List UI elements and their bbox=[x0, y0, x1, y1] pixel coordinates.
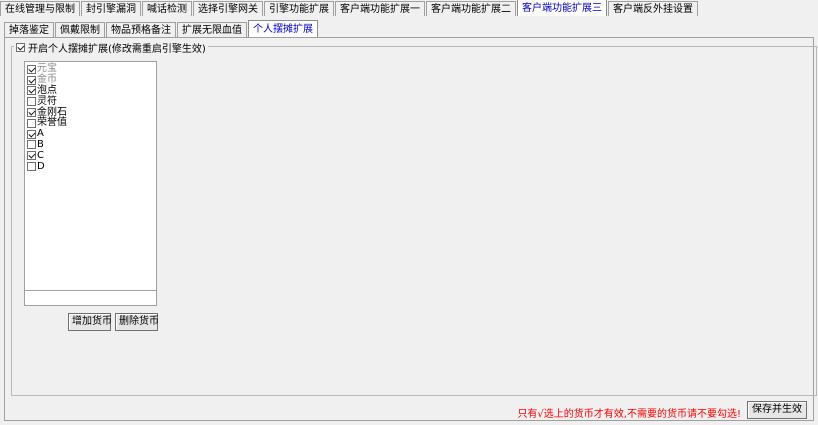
sub-tab-4[interactable]: 个人摆摊扩展 bbox=[248, 20, 318, 37]
currency-checkbox[interactable] bbox=[27, 129, 36, 139]
main-tab-0[interactable]: 在线管理与限制 bbox=[0, 1, 80, 16]
currency-checkbox[interactable] bbox=[27, 162, 36, 172]
sub-tab-2[interactable]: 物品预格备注 bbox=[106, 22, 176, 37]
sub-tab-0[interactable]: 掉落鉴定 bbox=[4, 22, 54, 37]
add-currency-button[interactable]: 增加货币 bbox=[68, 313, 112, 331]
tab-content-panel: 开启个人摆摊扩展(修改需重启引擎生效) 元宝 金币 泡点 灵符 金刚石 荣誉值 A B C D 增… bbox=[4, 37, 817, 421]
currency-checkbox[interactable] bbox=[27, 151, 36, 161]
notice-text: 只有√选上的货币才有效,不需要的货币请不要勾选! bbox=[517, 409, 741, 420]
main-tab-8[interactable]: 客户端反外挂设置 bbox=[608, 1, 698, 16]
currency-list-item[interactable]: 灵符 bbox=[27, 96, 156, 107]
currency-name-input[interactable] bbox=[24, 290, 157, 306]
currency-list-item[interactable]: B bbox=[27, 138, 156, 151]
delete-currency-button[interactable]: 删除货币 bbox=[115, 313, 159, 331]
main-tab-6[interactable]: 客户端功能扩展二 bbox=[426, 1, 516, 16]
currency-list-item[interactable]: A bbox=[27, 129, 156, 140]
currency-checkbox[interactable] bbox=[27, 140, 36, 150]
currency-label: D bbox=[37, 160, 45, 172]
currency-list-item[interactable]: 泡点 bbox=[27, 84, 156, 97]
currency-label: C bbox=[37, 149, 44, 161]
currency-list-item[interactable]: D bbox=[27, 161, 156, 172]
currency-list-item[interactable]: 荣誉值 bbox=[27, 118, 156, 129]
currency-checkbox[interactable] bbox=[27, 118, 36, 128]
main-tab-3[interactable]: 选择引擎网关 bbox=[193, 1, 263, 16]
currency-checkbox[interactable] bbox=[27, 86, 36, 96]
currency-list-item[interactable]: 金币 bbox=[27, 75, 156, 86]
currency-checkbox[interactable] bbox=[27, 75, 36, 85]
sub-tab-3[interactable]: 扩展无限血值 bbox=[177, 22, 247, 37]
currency-label: 泡点 bbox=[37, 84, 57, 96]
currency-label: 元宝 bbox=[37, 63, 57, 75]
sub-tab-1[interactable]: 佩戴限制 bbox=[55, 22, 105, 37]
main-tab-bar: 在线管理与限制 封引擎漏洞 喊话检测 选择引擎网关 引擎功能扩展 客户端功能扩展一 客户端功… bbox=[0, 0, 699, 16]
main-tab-2[interactable]: 喊话检测 bbox=[142, 1, 192, 16]
personal-stall-group: 开启个人摆摊扩展(修改需重启引擎生效) 元宝 金币 泡点 灵符 金刚石 荣誉值 A B C D 增… bbox=[11, 40, 817, 396]
currency-label: 荣誉值 bbox=[37, 117, 67, 129]
currency-label: B bbox=[37, 138, 44, 150]
currency-checkbox[interactable] bbox=[27, 97, 36, 107]
group-title-label: 开启个人摆摊扩展(修改需重启引擎生效) bbox=[28, 44, 206, 55]
sub-tab-bar: 掉落鉴定 佩戴限制 物品预格备注 扩展无限血值 个人摆摊扩展 bbox=[4, 20, 319, 37]
main-tab-7[interactable]: 客户端功能扩展三 bbox=[517, 0, 607, 16]
currency-label: 灵符 bbox=[37, 95, 57, 107]
currency-label: 金币 bbox=[37, 74, 57, 86]
enable-stall-extension-checkbox[interactable]: 开启个人摆摊扩展(修改需重启引擎生效) bbox=[14, 40, 208, 55]
main-tab-5[interactable]: 客户端功能扩展一 bbox=[335, 1, 425, 16]
currency-checklist[interactable]: 元宝 金币 泡点 灵符 金刚石 荣誉值 A B C D bbox=[24, 61, 157, 291]
save-and-apply-button[interactable]: 保存并生效 bbox=[747, 401, 807, 419]
checkbox-box[interactable] bbox=[16, 43, 25, 52]
main-tab-1[interactable]: 封引擎漏洞 bbox=[81, 1, 141, 16]
currency-list-item[interactable]: C bbox=[27, 150, 156, 161]
currency-label: A bbox=[37, 128, 44, 140]
currency-checkbox[interactable] bbox=[27, 108, 36, 118]
currency-checkbox[interactable] bbox=[27, 64, 36, 74]
main-tab-4[interactable]: 引擎功能扩展 bbox=[264, 1, 334, 16]
